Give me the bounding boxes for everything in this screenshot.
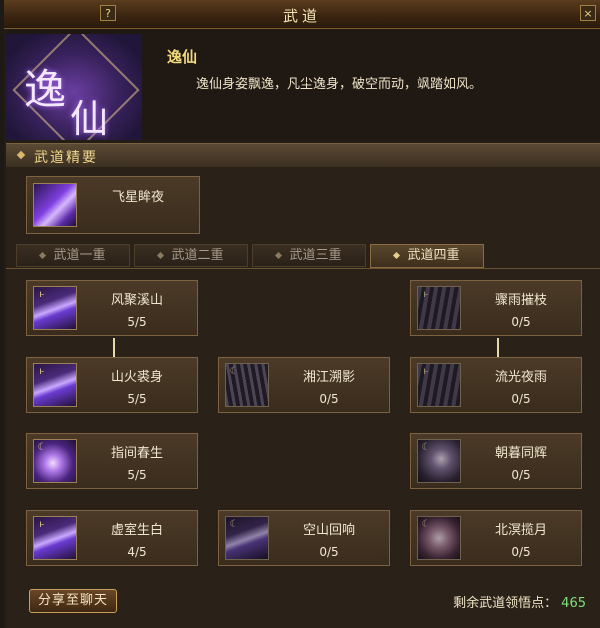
tab-tier-3[interactable]: 武道三重 — [252, 244, 366, 267]
crescent-icon: ☾ — [37, 442, 47, 453]
emblem-char-2: 仙 — [70, 97, 109, 140]
crescent-icon: ☾ — [229, 366, 239, 377]
tab-label: 武道一重 — [53, 248, 106, 263]
skill-card[interactable]: ⱶ 骤雨摧枝 0/5 — [410, 280, 582, 336]
crescent-icon: ☾ — [421, 519, 431, 530]
skill-card[interactable]: ☾ 朝暮同辉 0/5 — [410, 433, 582, 489]
remaining-points: 剩余武道领悟点： 465 — [453, 592, 586, 611]
skill-card[interactable]: ☾ 空山回响 0/5 — [218, 510, 390, 566]
essence-skill-card[interactable]: 飞星眸夜 — [26, 176, 200, 234]
path-emblem: 逸 仙 — [6, 34, 142, 140]
skill-rank: 0/5 — [319, 392, 339, 406]
title-bar[interactable]: ? 武道 × — [4, 0, 600, 29]
skill-name: 骤雨摧枝 — [494, 293, 547, 308]
skill-name: 指间春生 — [110, 446, 163, 461]
tab-label: 武道二重 — [171, 248, 224, 263]
path-name: 逸仙 — [167, 48, 198, 66]
skill-rank: 0/5 — [511, 315, 531, 329]
purple-slash-icon: ⱶ — [33, 516, 77, 560]
swirl-icon: ☾ — [417, 516, 461, 560]
crescent-icon: ☾ — [229, 519, 239, 530]
points-value: 465 — [561, 596, 586, 611]
purple-orb-icon: ☾ — [33, 439, 77, 483]
skill-name: 湘江溯影 — [302, 370, 355, 385]
skill-rank: 0/5 — [319, 545, 339, 559]
skill-rank: 4/5 — [127, 545, 147, 559]
diamond-bullet-icon — [16, 150, 26, 160]
skill-card[interactable]: ⱶ 山火裘身 5/5 — [26, 357, 198, 413]
skill-card[interactable]: ☾ 湘江溯影 0/5 — [218, 357, 390, 413]
skill-card[interactable]: ☾ 指间春生 5/5 — [26, 433, 198, 489]
rank-rune-icon: ⱶ — [423, 366, 429, 377]
skill-card[interactable]: ⱶ 虚室生白 4/5 — [26, 510, 198, 566]
emblem-char-1: 逸 — [24, 65, 67, 114]
tier-tabs: 武道一重 武道二重 武道三重 武道四重 — [6, 244, 600, 269]
share-to-chat-button[interactable]: 分享至聊天 — [29, 589, 117, 613]
path-description: 逸仙身姿飘逸，凡尘逸身，破空而动，飒踏如风。 — [196, 77, 483, 92]
close-button[interactable]: × — [580, 5, 596, 21]
skill-rank: 5/5 — [127, 468, 147, 482]
skill-name: 朝暮同辉 — [494, 446, 547, 461]
rank-rune-icon: ⱶ — [39, 366, 45, 377]
skill-rank: 0/5 — [511, 468, 531, 482]
rank-rune-icon: ⱶ — [39, 519, 45, 530]
diamond-bullet-icon — [393, 251, 401, 260]
skill-rank: 0/5 — [511, 545, 531, 559]
skill-name: 空山回响 — [302, 523, 355, 538]
essence-section-header: 武道精要 — [6, 143, 600, 169]
tab-tier-1[interactable]: 武道一重 — [16, 244, 130, 267]
rain-icon: ⱶ — [417, 363, 461, 407]
skill-name: 风聚溪山 — [110, 293, 163, 308]
skill-card[interactable]: ⱶ 流光夜雨 0/5 — [410, 357, 582, 413]
essence-skill-name: 飞星眸夜 — [111, 190, 164, 205]
tab-tier-2[interactable]: 武道二重 — [134, 244, 248, 267]
window-title: 武道 — [282, 7, 321, 25]
skill-name: 流光夜雨 — [494, 370, 547, 385]
skill-name: 虚室生白 — [110, 523, 163, 538]
essence-section-title: 武道精要 — [34, 150, 98, 166]
purple-slash-icon: ⱶ — [33, 286, 77, 330]
diamond-bullet-icon — [157, 251, 165, 260]
skill-card[interactable]: ⱶ 风聚溪山 5/5 — [26, 280, 198, 336]
moon-icon: ☾ — [417, 439, 461, 483]
tab-label: 武道四重 — [407, 248, 460, 263]
diamond-bullet-icon — [275, 251, 283, 260]
skill-name: 山火裘身 — [110, 370, 163, 385]
tree-connector — [113, 338, 115, 358]
rank-rune-icon: ⱶ — [39, 289, 45, 300]
tab-label: 武道三重 — [289, 248, 342, 263]
rank-rune-icon: ⱶ — [423, 289, 429, 300]
tab-tier-4[interactable]: 武道四重 — [370, 244, 484, 268]
tree-connector — [497, 338, 499, 358]
skill-rank: 5/5 — [127, 392, 147, 406]
skill-rank: 0/5 — [511, 392, 531, 406]
wave-icon: ☾ — [225, 363, 269, 407]
skill-name: 北溟揽月 — [494, 523, 547, 538]
skill-rank: 5/5 — [127, 315, 147, 329]
purple-leap-icon — [33, 183, 77, 227]
skill-card[interactable]: ☾ 北溟揽月 0/5 — [410, 510, 582, 566]
purple-slash-icon: ⱶ — [33, 363, 77, 407]
crescent-icon: ☾ — [421, 442, 431, 453]
rain-icon: ⱶ — [417, 286, 461, 330]
echo-icon: ☾ — [225, 516, 269, 560]
points-label: 剩余武道领悟点： — [453, 596, 558, 611]
diamond-bullet-icon — [39, 251, 47, 260]
